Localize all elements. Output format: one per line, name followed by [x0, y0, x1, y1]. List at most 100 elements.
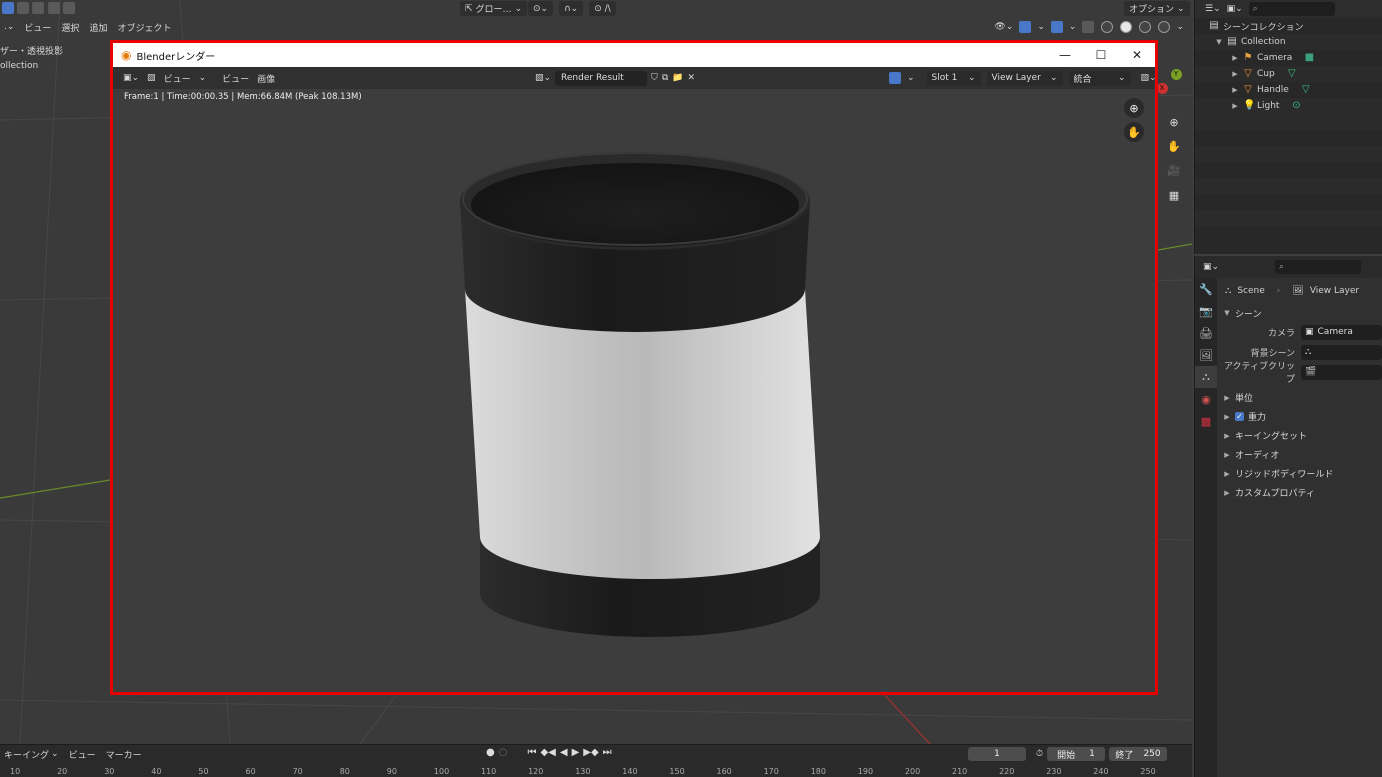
- select-invert-icon[interactable]: [47, 2, 60, 14]
- snap-dropdown[interactable]: ∩⌄: [559, 1, 584, 16]
- camera-view-icon[interactable]: 🎥: [1164, 160, 1184, 180]
- select-extend-icon[interactable]: [17, 2, 30, 14]
- expand-right-icon[interactable]: ▶: [1231, 54, 1239, 62]
- display-mode-icon[interactable]: ▣⌄: [1227, 4, 1243, 14]
- gizmo-toggle-icon[interactable]: [1019, 21, 1032, 33]
- chevron-down-icon[interactable]: ⌄: [907, 73, 915, 83]
- start-frame-field[interactable]: 開始 1: [1047, 747, 1106, 761]
- expand-right-icon[interactable]: ▶: [1231, 70, 1239, 78]
- camera-field[interactable]: ▣ Camera: [1301, 324, 1382, 340]
- wireframe-shading-icon[interactable]: [1101, 21, 1114, 33]
- render-result-area[interactable]: Frame:1 | Time:00:00.35 | Mem:66.84M (Pe…: [113, 89, 1155, 692]
- jump-end-icon[interactable]: ⏭: [603, 747, 612, 758]
- timeline-ruler[interactable]: 10 20 30 40 50 60 70 80 90 100 110 120 130 140 150 160 1…: [0, 765, 1192, 777]
- collection-row[interactable]: ▼ ▤ Collection: [1195, 34, 1382, 50]
- chevron-down-icon[interactable]: ⌄: [199, 73, 207, 83]
- proportional-edit-toggle[interactable]: ⊙ /\: [589, 1, 616, 16]
- close-button[interactable]: ✕: [1119, 43, 1155, 67]
- keying-sets-panel-header[interactable]: ▶ キーイングセット: [1219, 426, 1382, 445]
- render-window-title-bar[interactable]: ◉ Blenderレンダー — ☐ ✕: [113, 43, 1155, 67]
- tool-tab-icon[interactable]: 🔧: [1195, 278, 1217, 300]
- scene-tab-icon[interactable]: ⛬: [1195, 366, 1217, 388]
- view-mode-dropdown[interactable]: ビュー: [164, 72, 191, 85]
- perspective-grid-icon[interactable]: ▦: [1164, 185, 1184, 205]
- current-frame-field[interactable]: 1: [968, 747, 1026, 761]
- menu-marker[interactable]: マーカー: [106, 748, 142, 761]
- rendered-shading-icon[interactable]: [1158, 21, 1171, 33]
- select-subtract-icon[interactable]: [32, 2, 45, 14]
- view-mode-icon[interactable]: ▧: [147, 73, 156, 83]
- maximize-button[interactable]: ☐: [1083, 43, 1119, 67]
- active-clip-field[interactable]: 🎬: [1301, 364, 1382, 380]
- overlay-toggle-icon[interactable]: [1050, 21, 1063, 33]
- texture-tab-icon[interactable]: ▩: [1195, 410, 1217, 432]
- menu-view[interactable]: ビュー: [69, 748, 96, 761]
- menu-view[interactable]: ビュー: [222, 72, 249, 85]
- editor-type-chevron-icon[interactable]: .⌄: [4, 22, 14, 32]
- editor-type-icon[interactable]: ▣⌄: [123, 73, 139, 83]
- rigid-body-world-panel-header[interactable]: ▶ リジッドボディワールド: [1219, 464, 1382, 483]
- expand-down-icon[interactable]: ▼: [1215, 38, 1223, 46]
- menu-image[interactable]: 画像: [257, 72, 275, 85]
- select-intersect-icon[interactable]: [62, 2, 75, 14]
- slot-dropdown[interactable]: Slot 1 ⌄: [926, 70, 981, 86]
- view-layer-dropdown[interactable]: View Layer ⌄: [986, 70, 1063, 86]
- mesh-data-icon[interactable]: ▽: [1301, 85, 1311, 95]
- menu-keying[interactable]: キーイング: [4, 748, 49, 761]
- audio-panel-header[interactable]: ▶ オーディオ: [1219, 445, 1382, 464]
- gravity-checkbox[interactable]: ✓: [1235, 412, 1244, 421]
- scene-panel-header[interactable]: ▼ シーン: [1219, 304, 1382, 322]
- gravity-panel-header[interactable]: ▶ ✓ 重力: [1219, 407, 1382, 426]
- gizmo-toggle-icon[interactable]: [889, 72, 901, 84]
- transform-orientation-dropdown[interactable]: ⇱ グロー… ⌄: [460, 1, 528, 16]
- clock-icon[interactable]: ⏱: [1036, 749, 1043, 759]
- custom-properties-panel-header[interactable]: ▶ カスタムプロパティ: [1219, 483, 1382, 502]
- material-shading-icon[interactable]: [1139, 21, 1152, 33]
- menu-select[interactable]: 選択: [61, 21, 79, 34]
- expand-right-icon[interactable]: ▶: [1231, 102, 1239, 110]
- pan-hand-icon[interactable]: ✋: [1164, 136, 1184, 156]
- end-frame-field[interactable]: 終了 250: [1109, 747, 1168, 761]
- world-tab-icon[interactable]: ◉: [1195, 388, 1217, 410]
- outliner-item-camera[interactable]: ▶ ⚑ Camera ■: [1195, 50, 1382, 66]
- options-dropdown[interactable]: オプション ⌄: [1124, 1, 1190, 16]
- outliner-search-input[interactable]: ⌕: [1248, 2, 1335, 16]
- zoom-icon[interactable]: ⊕: [1164, 112, 1184, 132]
- chevron-down-icon[interactable]: ⌄: [1069, 22, 1077, 32]
- properties-search-input[interactable]: ⌕: [1275, 260, 1362, 274]
- outliner-item-light[interactable]: ▶ 💡 Light ⊙: [1195, 98, 1382, 114]
- new-image-icon[interactable]: ⧉: [662, 73, 668, 83]
- outliner-item-handle[interactable]: ▶ ▽ Handle ▽: [1195, 82, 1382, 98]
- next-keyframe-icon[interactable]: ▶◆: [583, 747, 598, 758]
- editor-type-icon[interactable]: ▣⌄: [1203, 262, 1219, 272]
- visibility-icon[interactable]: 👁⌄: [994, 22, 1013, 32]
- output-tab-icon[interactable]: 🖨: [1195, 322, 1217, 344]
- expand-right-icon[interactable]: ▶: [1231, 86, 1239, 94]
- menu-add[interactable]: 追加: [89, 21, 107, 34]
- camera-data-icon[interactable]: ■: [1304, 53, 1314, 63]
- editor-type-icon[interactable]: ☰⌄: [1205, 4, 1221, 14]
- light-data-icon[interactable]: ⊙: [1291, 101, 1301, 111]
- menu-view[interactable]: ビュー: [24, 21, 51, 34]
- background-scene-field[interactable]: ⛬: [1301, 344, 1382, 360]
- auto-key-icon[interactable]: ○: [499, 747, 508, 758]
- play-reverse-icon[interactable]: ◀: [560, 747, 568, 758]
- menu-object[interactable]: オブジェクト: [117, 21, 171, 34]
- image-name-field[interactable]: Render Result: [555, 70, 648, 86]
- solid-shading-icon[interactable]: [1120, 21, 1133, 33]
- prev-keyframe-icon[interactable]: ◆◀: [540, 747, 555, 758]
- pivot-point-dropdown[interactable]: ⊙⌄: [528, 1, 554, 16]
- chevron-down-icon[interactable]: ⌄: [51, 749, 59, 759]
- view-layer-tab-icon[interactable]: 🖼: [1195, 344, 1217, 366]
- record-keyframe-icon[interactable]: ●: [486, 747, 495, 758]
- xray-toggle-icon[interactable]: [1082, 21, 1095, 33]
- fake-user-shield-icon[interactable]: ⛉: [651, 73, 658, 83]
- display-channels-icon[interactable]: ▧⌄: [1141, 73, 1157, 83]
- mode-icons[interactable]: [2, 2, 75, 14]
- render-tab-icon[interactable]: 📷: [1195, 300, 1217, 322]
- open-folder-icon[interactable]: 📁: [672, 73, 683, 83]
- mesh-data-icon[interactable]: ▽: [1287, 69, 1297, 79]
- unlink-close-icon[interactable]: ✕: [687, 73, 695, 83]
- outliner-item-cup[interactable]: ▶ ▽ Cup ▽: [1195, 66, 1382, 82]
- select-box-icon[interactable]: [2, 2, 14, 14]
